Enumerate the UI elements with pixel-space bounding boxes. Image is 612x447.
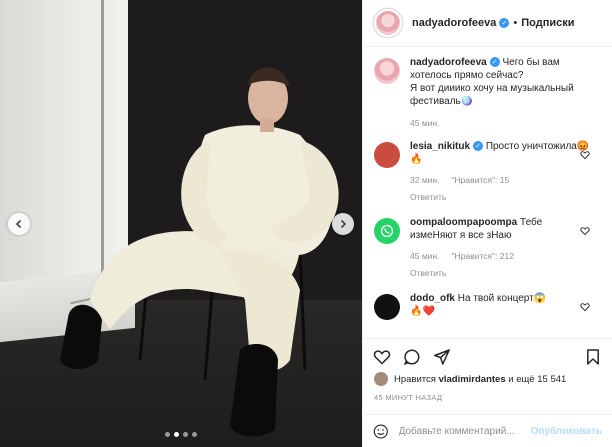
commenter-avatar[interactable] [374, 294, 400, 320]
post-photo[interactable] [0, 0, 362, 447]
chevron-right-icon [340, 219, 347, 229]
carousel-dot[interactable] [192, 432, 197, 437]
like-comment-heart-icon[interactable] [580, 302, 590, 312]
caption-time[interactable]: 45 мин. [410, 117, 439, 130]
carousel-indicator [0, 432, 362, 437]
post-timestamp[interactable]: 45 МИНУТ НАЗАД [363, 386, 612, 402]
like-comment-heart-icon[interactable] [580, 150, 590, 160]
comment-icon[interactable] [403, 348, 421, 366]
liker-username[interactable]: vladimirdantes [439, 374, 506, 385]
like-comment-heart-icon[interactable] [580, 226, 590, 236]
comment-time[interactable]: 32 мин. [410, 174, 439, 187]
caption-text-line: Я вот дииико хочу на музыкальный [410, 83, 574, 94]
likes-count[interactable]: и ещё 15 541 [508, 374, 566, 385]
next-slide-button[interactable] [332, 213, 354, 235]
commenter-username[interactable]: oompaloompapoompa [410, 217, 517, 228]
commenter-username[interactable]: dodo_ofk [410, 293, 455, 304]
reply-button[interactable]: Ответить [410, 191, 590, 204]
save-bookmark-icon[interactable] [584, 348, 602, 366]
publish-button[interactable]: Опубликовать [531, 426, 602, 437]
liker-avatar[interactable] [374, 372, 388, 386]
carousel-dot[interactable] [183, 432, 188, 437]
caption-text-line: Чего бы вам [502, 57, 560, 68]
following-button[interactable]: Подписки [521, 17, 574, 29]
caption-username[interactable]: nadyadorofeeva [410, 57, 487, 68]
verified-badge-icon: ✓ [473, 141, 484, 152]
reply-button[interactable]: Ответить [410, 267, 590, 280]
comment-composer: Опубликовать [363, 414, 612, 447]
model-figure [60, 67, 339, 437]
post-header: nadyadorofeeva ✓ • Подписки [363, 0, 612, 47]
share-icon[interactable] [433, 348, 451, 366]
comment-item: lesia_nikituk ✓ Просто уничтожила😡🔥 32 ми… [363, 140, 612, 204]
header-separator: • [513, 17, 518, 29]
comment-text-extra: 🔥❤️ [410, 306, 435, 317]
caption-text-line: фестиваль🪩 [410, 96, 474, 107]
comment-likes[interactable]: "Нравится": 212 [451, 250, 513, 263]
post-actions: Нравится vladimirdantes и ещё 15 541 45 … [363, 338, 612, 423]
carousel-dot[interactable] [165, 432, 170, 437]
action-icons [363, 339, 612, 369]
verified-badge-icon: ✓ [499, 18, 510, 28]
comment-input[interactable] [398, 425, 531, 437]
commenter-avatar[interactable] [374, 218, 400, 244]
caption-text-line: хотелось прямо сейчас? [410, 70, 524, 81]
comment-time[interactable]: 45 мин. [410, 250, 439, 263]
verified-badge-icon: ✓ [489, 57, 500, 68]
carousel-dot-active[interactable] [174, 432, 179, 437]
commenter-avatar[interactable] [374, 142, 400, 168]
phone-icon [380, 224, 394, 238]
author-avatar-small[interactable] [374, 58, 400, 84]
author-avatar[interactable] [374, 9, 402, 37]
comment-text: На твой концерт😱 [457, 293, 547, 304]
chevron-left-icon [15, 219, 22, 229]
emoji-icon[interactable] [373, 423, 389, 440]
likes-prefix: Нравится [394, 373, 436, 385]
caption: nadyadorofeeva ✓ Чего бы вам хотелось пря… [363, 56, 612, 130]
comment-likes[interactable]: "Нравится": 15 [451, 174, 509, 187]
post-side-panel: nadyadorofeeva ✓ • Подписки nadyadorofee… [362, 0, 612, 447]
comments-list[interactable]: nadyadorofeeva ✓ Чего бы вам хотелось пря… [363, 56, 612, 336]
author-username[interactable]: nadyadorofeeva [412, 17, 496, 29]
commenter-username[interactable]: lesia_nikituk [410, 141, 470, 152]
likes-summary[interactable]: Нравится vladimirdantes и ещё 15 541 [363, 369, 612, 386]
comment-item: oompaloompapoompa Тебе измеНяют я все зН… [363, 216, 612, 280]
previous-slide-button[interactable] [8, 213, 30, 235]
like-heart-icon[interactable] [373, 348, 391, 366]
comment-item: dodo_ofk На твой концерт😱 🔥❤️ [363, 292, 612, 320]
